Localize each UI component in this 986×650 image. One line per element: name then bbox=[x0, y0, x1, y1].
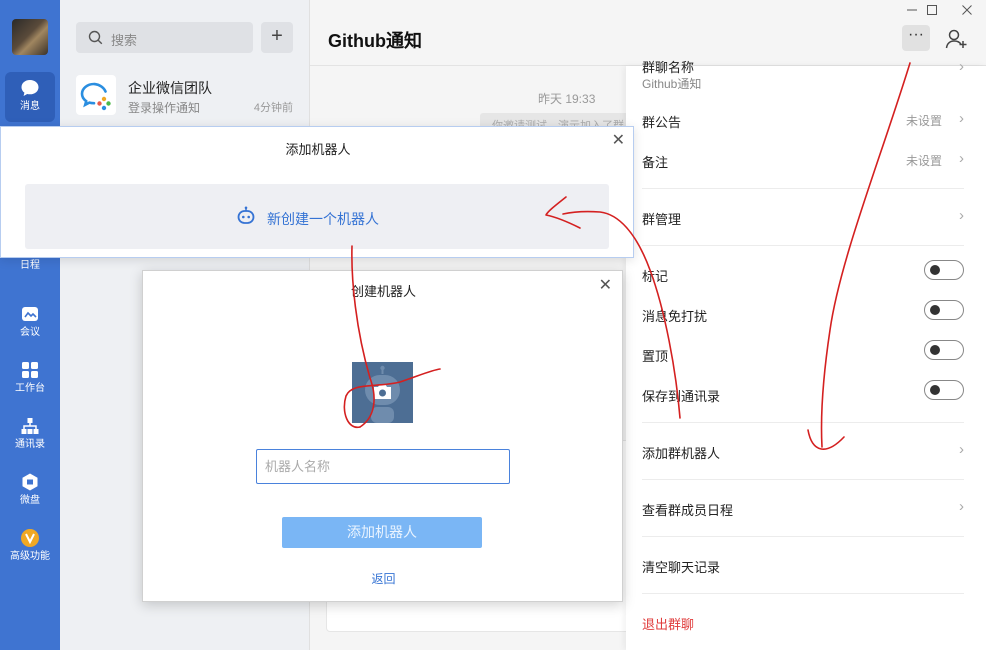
meeting-icon bbox=[22, 307, 38, 321]
conversation-time: 4分钟前 bbox=[253, 102, 293, 114]
nav-item-messages[interactable]: 消息 bbox=[5, 72, 55, 122]
nav-item-advanced[interactable]: 高级功能 bbox=[5, 522, 55, 572]
conversation-item[interactable]: 企业微信团队 登录操作通知 4分钟前 bbox=[60, 66, 309, 126]
clear-history-row[interactable]: 清空聊天记录 bbox=[642, 557, 964, 576]
save-contacts-toggle[interactable] bbox=[924, 380, 964, 400]
divider bbox=[642, 536, 964, 537]
maximize-icon[interactable] bbox=[924, 4, 940, 20]
pin-toggle[interactable] bbox=[924, 340, 964, 360]
org-chart-icon bbox=[21, 418, 39, 434]
nav-item-meeting[interactable]: 会议 bbox=[5, 298, 55, 348]
search-placeholder: 搜索 bbox=[111, 33, 138, 48]
nav-label: 通讯录 bbox=[15, 439, 45, 450]
row-value: 未设置 bbox=[905, 154, 942, 168]
row-label: 保存到通讯录 bbox=[642, 389, 721, 404]
chat-bubble-icon bbox=[21, 80, 39, 96]
add-member-icon[interactable] bbox=[944, 27, 968, 51]
chevron-right-icon: › bbox=[959, 441, 964, 458]
nav-item-contacts[interactable]: 通讯录 bbox=[5, 410, 55, 460]
bot-name-input[interactable] bbox=[256, 449, 510, 484]
wecom-team-logo bbox=[76, 75, 116, 115]
mute-row: 消息免打扰 bbox=[642, 300, 964, 325]
row-label: 群聊名称 bbox=[642, 60, 695, 75]
nav-item-workbench[interactable]: 工作台 bbox=[5, 354, 55, 404]
row-label: 群管理 bbox=[642, 212, 682, 227]
row-label: 群公告 bbox=[642, 115, 682, 130]
announcement-row[interactable]: 群公告 未设置 › bbox=[642, 110, 964, 131]
divider bbox=[642, 422, 964, 423]
save-contacts-row: 保存到通讯录 bbox=[642, 380, 964, 405]
bot-avatar-upload[interactable] bbox=[352, 362, 413, 423]
create-new-bot-label: 新创建一个机器人 bbox=[267, 211, 379, 227]
row-label: 备注 bbox=[642, 155, 669, 170]
group-name-row[interactable]: 群聊名称 › bbox=[642, 57, 964, 76]
conversation-title: 企业微信团队 bbox=[128, 80, 212, 96]
divider bbox=[642, 479, 964, 480]
row-label: 置顶 bbox=[642, 349, 669, 364]
chat-title: Github通知 bbox=[328, 31, 422, 51]
nav-label: 日程 bbox=[20, 260, 40, 271]
add-group-bot-row[interactable]: 添加群机器人 › bbox=[642, 441, 964, 462]
member-schedule-row[interactable]: 查看群成员日程 › bbox=[642, 498, 964, 519]
row-label: 查看群成员日程 bbox=[642, 503, 734, 518]
mute-toggle[interactable] bbox=[924, 300, 964, 320]
grid-icon bbox=[22, 362, 38, 378]
minimize-icon[interactable] bbox=[904, 4, 920, 20]
group-name-value: Github通知 bbox=[642, 77, 702, 91]
pin-row: 置顶 bbox=[642, 340, 964, 365]
add-bot-dialog: 添加机器人 ✕ 新创建一个机器人 bbox=[0, 126, 634, 258]
add-button[interactable]: + bbox=[261, 22, 293, 53]
close-window-icon[interactable] bbox=[959, 4, 975, 20]
search-icon bbox=[88, 30, 103, 45]
vip-icon bbox=[21, 529, 39, 547]
nav-label: 高级功能 bbox=[10, 551, 50, 562]
row-value: 未设置 bbox=[905, 114, 942, 128]
divider bbox=[642, 188, 964, 189]
remark-row[interactable]: 备注 未设置 › bbox=[642, 150, 964, 171]
user-avatar[interactable] bbox=[12, 19, 48, 55]
conversation-preview: 登录操作通知 bbox=[128, 101, 201, 115]
row-label: 添加群机器人 bbox=[642, 446, 721, 461]
row-label: 清空聊天记录 bbox=[642, 560, 721, 575]
back-link[interactable]: 返回 bbox=[143, 570, 624, 587]
message-timestamp: 昨天 19:33 bbox=[538, 92, 596, 106]
dialog-title: 创建机器人 bbox=[350, 284, 416, 299]
add-bot-submit-button[interactable]: 添加机器人 bbox=[282, 517, 482, 548]
create-bot-dialog: 创建机器人 ✕ 添加机器人 返回 bbox=[142, 270, 623, 602]
close-icon[interactable]: ✕ bbox=[599, 275, 612, 295]
chevron-right-icon: › bbox=[959, 150, 964, 167]
nav-label: 微盘 bbox=[20, 495, 40, 506]
nav-label: 工作台 bbox=[15, 383, 45, 394]
nav-item-drive[interactable]: 微盘 bbox=[5, 466, 55, 516]
drive-icon bbox=[22, 473, 38, 491]
leave-group-row[interactable]: 退出群聊 bbox=[642, 614, 964, 633]
nav-label: 消息 bbox=[20, 101, 40, 112]
row-label: 消息免打扰 bbox=[642, 309, 708, 324]
create-new-bot-button[interactable]: 新创建一个机器人 bbox=[25, 184, 609, 249]
robot-icon bbox=[237, 206, 255, 224]
nav-label: 会议 bbox=[20, 327, 40, 338]
chevron-right-icon: › bbox=[959, 498, 964, 515]
more-options-button[interactable]: ··· bbox=[902, 25, 930, 51]
manage-row[interactable]: 群管理 › bbox=[642, 207, 964, 228]
close-icon[interactable]: ✕ bbox=[612, 130, 625, 150]
camera-icon bbox=[374, 384, 391, 399]
divider bbox=[642, 245, 964, 246]
search-box[interactable]: 搜索 bbox=[76, 22, 253, 53]
row-label: 标记 bbox=[642, 269, 669, 284]
wecom-logo-icon bbox=[80, 82, 111, 111]
row-label: 退出群聊 bbox=[642, 617, 695, 632]
mark-toggle[interactable] bbox=[924, 260, 964, 280]
chevron-right-icon: › bbox=[959, 110, 964, 127]
group-settings-panel: 群聊名称 › Github通知 群公告 未设置 › 备注 未设置 › 群管理 ›… bbox=[626, 58, 986, 650]
divider bbox=[642, 593, 964, 594]
mark-row: 标记 bbox=[642, 260, 964, 285]
chevron-right-icon: › bbox=[959, 58, 964, 75]
dialog-title: 添加机器人 bbox=[285, 142, 351, 157]
chevron-right-icon: › bbox=[959, 207, 964, 224]
left-nav: 消息 日程 会议 工作台 通讯录 微盘 高级功能 bbox=[0, 0, 60, 650]
